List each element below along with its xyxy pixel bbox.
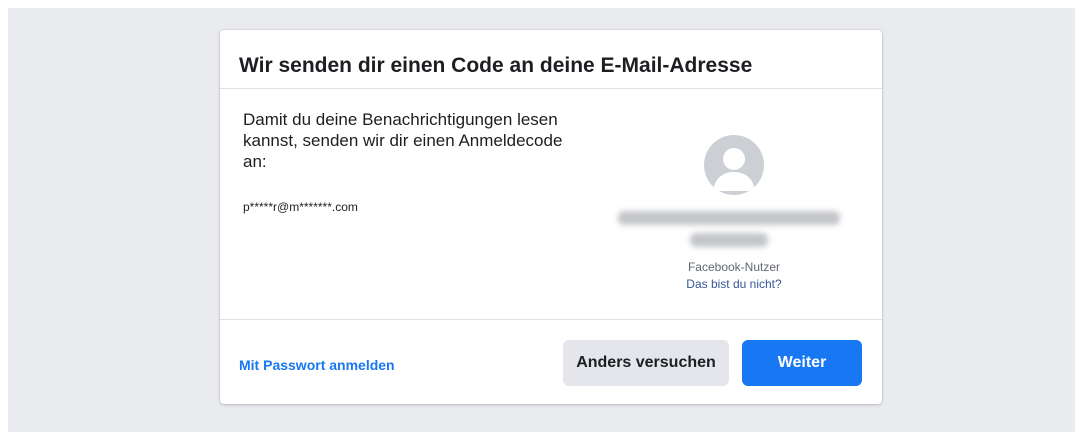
password-login-link[interactable]: Mit Passwort anmelden xyxy=(239,357,395,373)
user-type-label: Facebook-Nutzer xyxy=(687,260,781,274)
dialog-footer: Mit Passwort anmelden Anders versuchen W… xyxy=(220,319,882,405)
blurred-user-name xyxy=(618,209,840,255)
masked-email: p*****r@m*******.com xyxy=(243,200,358,214)
dialog-header: Wir senden dir einen Code an deine E-Mai… xyxy=(220,30,882,89)
default-avatar-icon xyxy=(704,135,764,195)
continue-button[interactable]: Weiter xyxy=(742,340,862,386)
try-other-button[interactable]: Anders versuchen xyxy=(563,340,729,386)
code-dialog: Wir senden dir einen Code an deine E-Mai… xyxy=(220,30,882,404)
dialog-description: Damit du deine Benachrichtigungen lesen … xyxy=(243,110,563,171)
not-you-link[interactable]: Das bist du nicht? xyxy=(664,277,804,291)
dialog-title: Wir senden dir einen Code an deine E-Mai… xyxy=(239,54,753,77)
